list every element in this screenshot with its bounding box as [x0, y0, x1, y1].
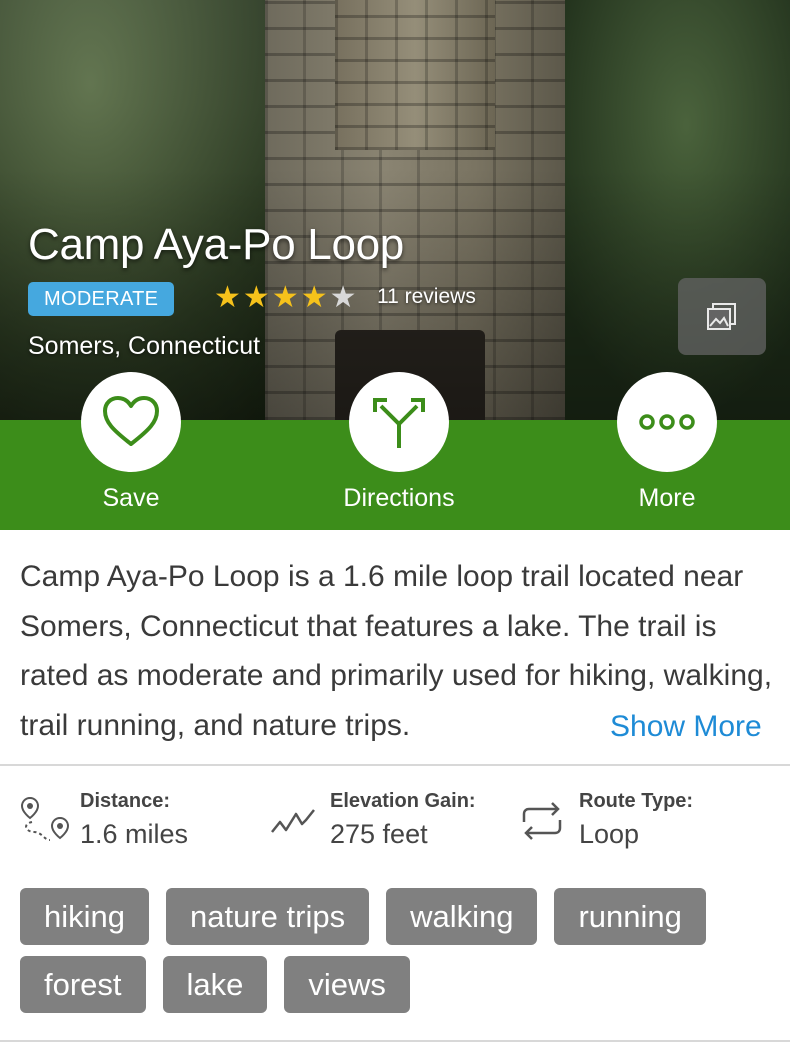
tag-list: hiking nature trips walking running forest la…	[20, 888, 780, 1013]
route-type-stat: Route Type: Loop	[579, 790, 693, 850]
directions-label: Directions	[343, 484, 455, 512]
save-button[interactable]: Save	[51, 372, 211, 513]
more-label: More	[638, 484, 696, 512]
elevation-icon	[271, 809, 315, 833]
divider-top	[0, 764, 790, 766]
photo-gallery-button[interactable]	[678, 278, 766, 355]
rating-stars[interactable]: ★ ★ ★ ★ ★	[214, 281, 357, 315]
route-type-value: Loop	[579, 819, 640, 849]
elevation-stat: Elevation Gain: 275 feet	[330, 790, 476, 850]
gallery-icon	[707, 302, 736, 330]
route-pins-icon	[20, 796, 70, 841]
tag-chip[interactable]: running	[554, 888, 706, 945]
star-filled-icon: ★	[271, 281, 299, 314]
elevation-label: Elevation Gain:	[330, 790, 476, 812]
tag-chip[interactable]: nature trips	[166, 888, 370, 945]
star-empty-icon: ★	[329, 281, 357, 314]
heart-icon	[103, 396, 159, 446]
more-dots-icon	[639, 414, 695, 430]
star-filled-icon: ★	[214, 281, 241, 314]
route-type-label: Route Type:	[579, 790, 694, 812]
star-filled-icon: ★	[242, 281, 270, 314]
distance-value: 1.6 miles	[80, 819, 189, 849]
directions-button[interactable]: Directions	[319, 372, 479, 513]
trail-location: Somers, Connecticut	[28, 332, 261, 360]
save-label: Save	[102, 484, 160, 512]
tag-chip[interactable]: lake	[162, 956, 268, 1013]
trail-title: Camp Aya-Po Loop	[28, 220, 404, 269]
star-filled-icon: ★	[300, 281, 328, 314]
distance-label: Distance:	[80, 790, 171, 812]
show-more-link[interactable]: Show More	[578, 702, 762, 752]
directions-icon	[373, 398, 425, 448]
tag-chip[interactable]: hiking	[20, 888, 149, 945]
reviews-link[interactable]: 11 reviews	[377, 285, 476, 309]
tag-chip[interactable]: views	[284, 956, 410, 1013]
more-button[interactable]: More	[587, 372, 747, 513]
elevation-value: 275 feet	[330, 819, 428, 849]
difficulty-badge: MODERATE	[28, 282, 175, 316]
distance-stat: Distance: 1.6 miles	[80, 790, 188, 850]
loop-arrows-icon	[522, 802, 562, 840]
tag-chip[interactable]: walking	[386, 888, 538, 945]
tag-chip[interactable]: forest	[20, 956, 146, 1013]
